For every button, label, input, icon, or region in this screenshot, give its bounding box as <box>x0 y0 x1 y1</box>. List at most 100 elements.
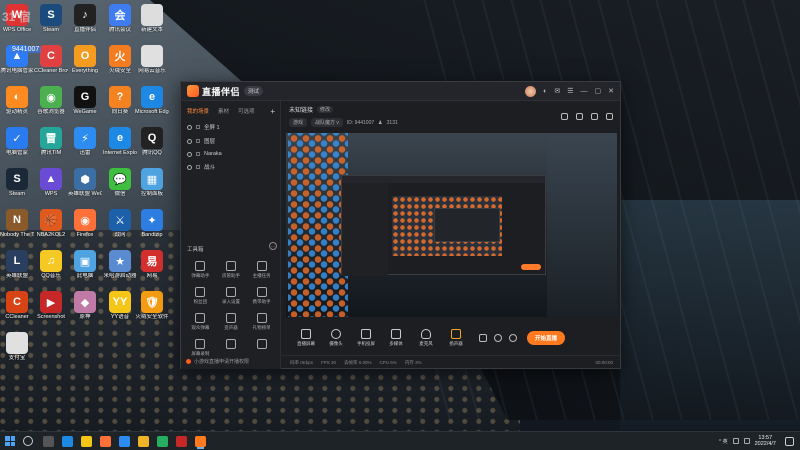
tray-text[interactable]: ^ 英 <box>719 438 728 445</box>
desktop-icon[interactable]: ✦ Bandizip <box>135 209 169 238</box>
tool-item[interactable]: 粉丝团 <box>185 287 216 305</box>
clock[interactable]: 13:57 2022/4/7 <box>755 435 776 448</box>
desktop-icon[interactable]: S Steam <box>0 168 34 197</box>
lock-icon[interactable] <box>196 139 200 143</box>
maximize-icon[interactable]: ▢ <box>595 87 602 95</box>
desktop-icon[interactable]: e Microsoft Edge <box>135 86 169 115</box>
eye-icon[interactable] <box>187 151 192 157</box>
lock-icon[interactable] <box>196 125 200 129</box>
close-icon[interactable]: ✕ <box>608 87 614 95</box>
desktop-icon[interactable]: ⚡ 迅雷 <box>68 127 102 156</box>
desktop-icon[interactable]: ▲ WPS <box>34 168 68 197</box>
desktop-icon[interactable]: ⚔ 战网 <box>103 209 137 238</box>
toolbox-more-button[interactable]: … <box>269 242 277 250</box>
search-icon[interactable] <box>23 436 33 446</box>
user-avatar[interactable] <box>525 85 537 97</box>
eye-icon[interactable] <box>187 164 192 170</box>
desktop-icon[interactable]: L 英雄联盟 <box>0 250 34 279</box>
menu-icon[interactable]: ☰ <box>567 87 573 95</box>
add-scene-button[interactable]: + <box>270 107 275 116</box>
settings-icon[interactable] <box>606 113 613 120</box>
category-tag[interactable]: 游戏 <box>289 118 308 127</box>
microphone-button[interactable]: 麦克风 <box>412 329 440 347</box>
stream-preview[interactable] <box>286 133 617 317</box>
desktop-icon[interactable]: ▦ 控制面板 <box>135 168 169 197</box>
tool-item[interactable]: 屏幕录制 <box>185 339 216 357</box>
skin-icon[interactable]: ◐ <box>543 88 547 95</box>
minimize-icon[interactable]: — <box>581 88 588 95</box>
network-icon[interactable] <box>732 438 739 444</box>
desktop-icon[interactable]: ◉ 谷歌浏览器 <box>34 86 68 115</box>
source-media-button[interactable]: 多媒体 <box>382 329 410 347</box>
tool-item[interactable]: 主播任务 <box>246 261 277 279</box>
tool-item[interactable]: 弹幕助手 <box>185 261 216 279</box>
eye-icon[interactable] <box>187 124 192 130</box>
tool-item[interactable]: 礼物榜单 <box>246 313 277 331</box>
desktop-icon[interactable]: NNobody The Turnaround <box>0 209 34 238</box>
notice-bar[interactable]: 小游戏直播申请开播权限 <box>186 358 249 365</box>
taskbar-file-explorer-icon[interactable] <box>81 435 92 447</box>
tool-item[interactable]: 观众弹幕 <box>185 313 216 331</box>
eye-icon[interactable] <box>187 138 192 144</box>
eye-preview-icon[interactable] <box>494 334 502 342</box>
desktop-icon[interactable]: Q 腾讯QQ <box>135 127 169 156</box>
version-badge[interactable]: 测试 <box>244 86 264 96</box>
tool-item[interactable] <box>216 339 247 357</box>
desktop-icon[interactable]: ? 向日葵 <box>103 86 137 115</box>
lock-icon[interactable] <box>196 165 200 169</box>
desktop-icon[interactable]: ✓ 电脑管家 <box>0 127 34 156</box>
notification-icon[interactable] <box>785 436 794 446</box>
tool-item[interactable]: 房管助手 <box>216 261 247 279</box>
desktop-icon[interactable]: ♪ 直播伴侣 <box>68 4 102 33</box>
source-camera-button[interactable]: 摄像头 <box>322 329 350 347</box>
desktop-icon[interactable]: 新建文本 <box>135 4 169 33</box>
desktop-icon[interactable]: 易网易 <box>135 250 169 279</box>
desktop-icon[interactable]: O Everything <box>68 45 102 74</box>
desktop-icon[interactable]: S Steam <box>34 4 68 33</box>
desktop-icon[interactable]: ◆ 原神 <box>68 291 102 320</box>
taskbar-live-companion-icon[interactable] <box>195 435 206 447</box>
scene-item[interactable]: 全屏 1 <box>181 120 280 134</box>
message-icon[interactable]: ✉ <box>554 87 560 95</box>
gear-icon[interactable] <box>509 334 517 342</box>
desktop-icon[interactable]: 网易云音乐 <box>135 45 169 74</box>
desktop-icon[interactable]: 🏀 NBA2KOL2 <box>34 209 68 238</box>
desktop-icon[interactable]: ★ 米哈游启动器 <box>103 250 137 279</box>
taskbar-screenshot-icon[interactable] <box>176 435 187 447</box>
tool-item[interactable] <box>246 339 277 357</box>
go-live-button[interactable]: 开始直播 <box>527 331 566 345</box>
desktop-icon[interactable]: ▶ Screenshot <box>34 291 68 320</box>
desktop-icon[interactable]: 会腾讯会议 <box>103 4 137 33</box>
taskbar-firefox-icon[interactable] <box>100 435 111 447</box>
desktop-icon[interactable]: 火火绒安全 <box>103 45 137 74</box>
share-icon[interactable] <box>591 113 598 120</box>
tool-item[interactable]: 变声器 <box>216 313 247 331</box>
desktop-icon[interactable]: 🛡 火绒安全软件 <box>135 291 169 320</box>
source-phone-button[interactable]: 手机投屏 <box>352 329 380 347</box>
window-titlebar[interactable]: 直播伴侣 测试 ◐ ✉ ☰ — ▢ ✕ <box>181 82 620 101</box>
tool-item[interactable]: 携带助手 <box>246 287 277 305</box>
tab-options[interactable]: 可选项 <box>238 107 255 116</box>
desktop-icon[interactable]: G WeGame <box>68 86 102 115</box>
desktop-icon[interactable]: ♫ QQ音乐 <box>34 250 68 279</box>
lock-icon[interactable] <box>196 152 200 156</box>
desktop-icon[interactable]: 冒腾讯TIM <box>34 127 68 156</box>
desktop-icon[interactable]: ⬢英雄联盟 WeGame <box>68 168 102 197</box>
stream-title[interactable]: 未知链接 <box>289 105 313 114</box>
tool-item[interactable]: 录入设置 <box>216 287 247 305</box>
tab-scenes[interactable]: 我的场景 <box>187 107 209 116</box>
taskbar-task-view-icon[interactable] <box>43 435 54 447</box>
desktop-icon[interactable]: 💬 微信 <box>103 168 137 197</box>
desktop-icon[interactable]: C CCleaner <box>0 291 34 320</box>
volume-icon[interactable] <box>743 438 750 444</box>
scene-item[interactable]: Naraka <box>181 148 280 160</box>
scene-item[interactable]: 图层 <box>181 134 280 148</box>
scene-item[interactable]: 战斗 <box>181 160 280 174</box>
desktop-icon[interactable]: ◐ 驱动精灵 <box>0 86 34 115</box>
windows-start-icon[interactable] <box>5 436 15 446</box>
record-icon[interactable] <box>479 334 487 342</box>
tab-materials[interactable]: 素材 <box>218 107 229 116</box>
desktop-icon[interactable]: eInternet Explorer <box>103 127 137 156</box>
subcategory-tag[interactable]: 战队魔方 v <box>311 118 343 127</box>
desktop-icon[interactable]: ▣ 此电脑 <box>68 250 102 279</box>
